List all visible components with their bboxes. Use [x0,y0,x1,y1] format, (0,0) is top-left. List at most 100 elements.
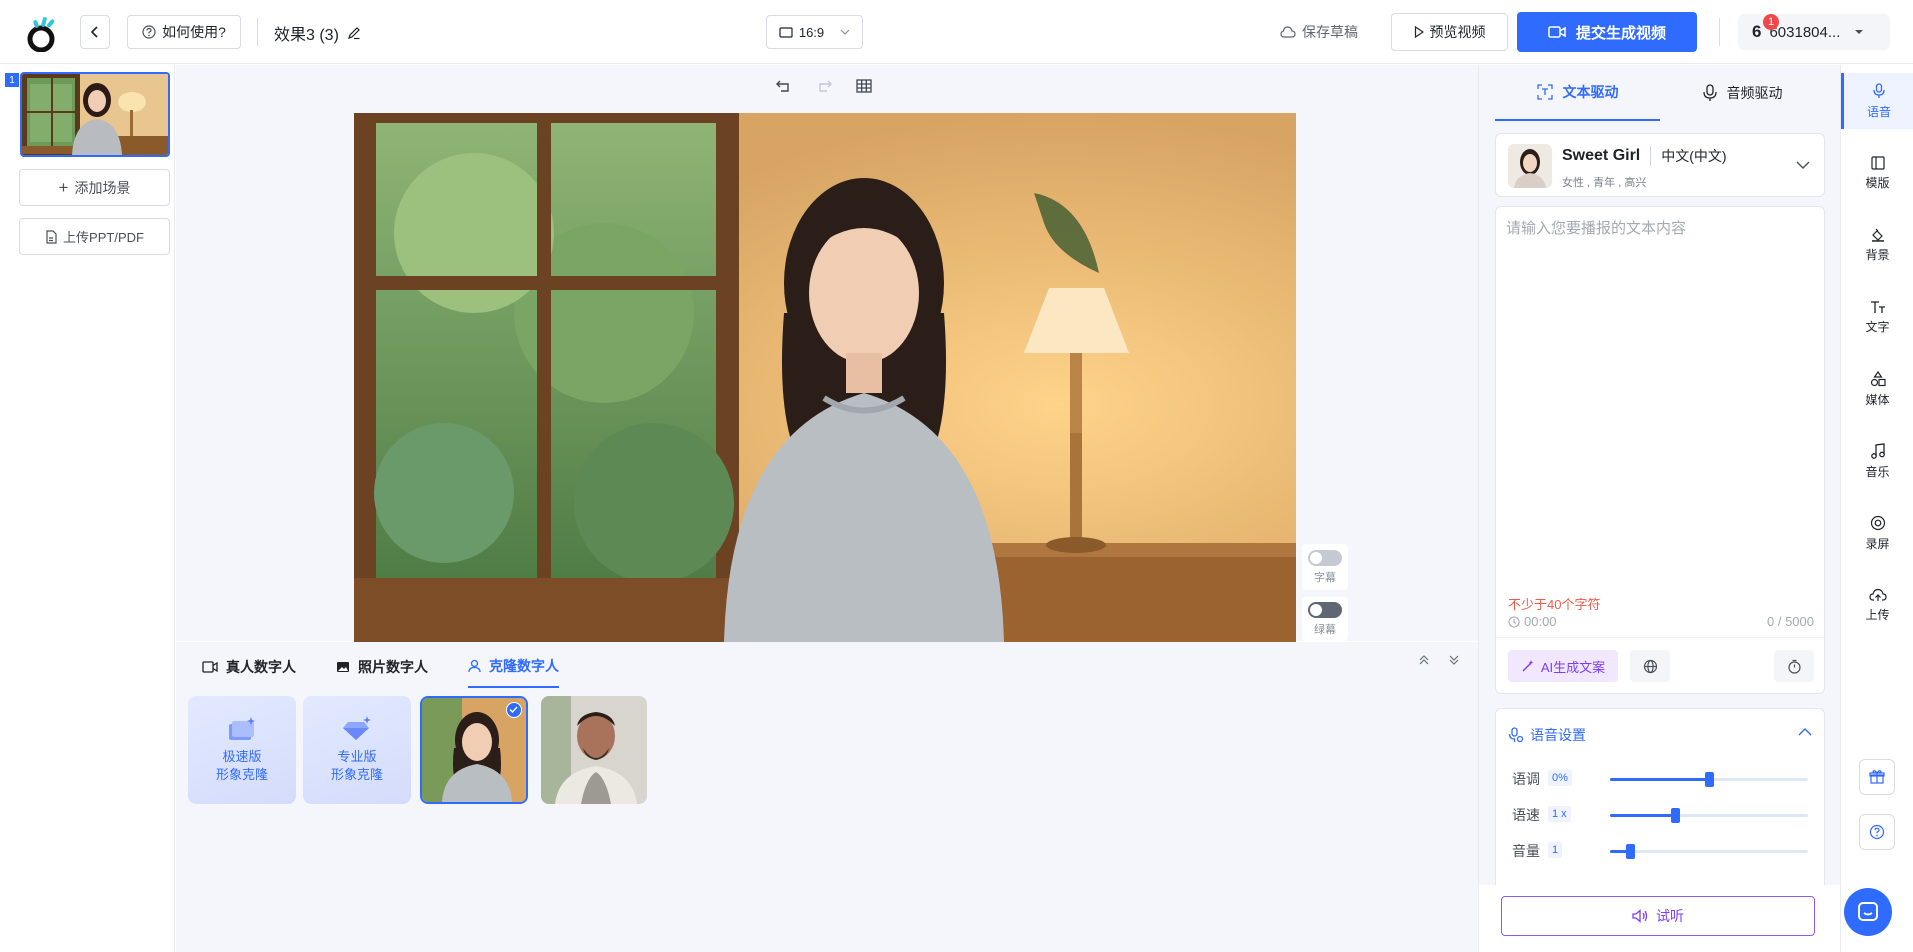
mic-settings-icon [1508,727,1524,743]
top-bar: 如何使用? 效果3 (3) 16:9 保存草稿 预览视频 提交生成视频 6 60… [0,0,1913,64]
tab-label: 照片数字人 [358,659,428,675]
ai-label: AI生成文案 [1540,659,1606,675]
tab-clone-avatar[interactable]: 克隆数字人 [468,656,559,688]
side-toolbar: 语音 模版 背景 文字 媒体 音乐 录屏 上传 [1840,65,1913,952]
gift-button[interactable] [1859,759,1895,795]
avatar-picker: 真人数字人 照片数字人 克隆数字人 极速版 形象克隆 专业版 形象克隆 [176,642,1478,952]
toolbar-item-upload[interactable]: 上传 [1841,577,1913,633]
shapes-icon [1870,370,1886,386]
video-camera-icon [1548,26,1566,38]
project-title[interactable]: 效果3 (3) [274,21,361,45]
ai-generate-copy-button[interactable]: AI生成文案 [1508,650,1618,682]
help-label: 如何使用? [162,24,226,40]
plus-icon: + [58,177,69,197]
listen-label: 试听 [1656,908,1684,924]
slider-handle[interactable] [1705,772,1714,787]
duration-value: 00:00 [1524,614,1557,629]
speed-slider: 语速 1 x [1512,805,1812,825]
slider-value: 1 x [1548,806,1571,822]
help-button[interactable]: 如何使用? [127,15,241,49]
divider [1496,637,1824,638]
redo-icon[interactable] [816,79,832,93]
slider-label: 语调 [1512,771,1540,787]
help-center-button[interactable] [1859,814,1895,850]
project-title-text: 效果3 (3) [274,27,339,44]
tab-label: 文本驱动 [1562,84,1619,100]
submit-generate-button[interactable]: 提交生成视频 [1517,12,1697,52]
slider-track[interactable] [1610,772,1808,787]
toolbar-item-voice[interactable]: 语音 [1841,73,1913,129]
user-account-menu[interactable]: 6 6031804... [1738,14,1890,50]
question-circle-icon [1869,824,1885,840]
voice-name-text: Sweet Girl [1562,147,1641,164]
toolbar-item-screen-record[interactable]: 录屏 [1841,505,1913,561]
preview-video-button[interactable]: 预览视频 [1391,13,1508,51]
undo-icon[interactable] [776,79,792,93]
voice-settings-header[interactable]: 语音设置 [1508,725,1586,745]
tab-text-drive[interactable]: 文本驱动 [1495,65,1660,121]
add-scene-button[interactable]: + 添加场景 [19,169,170,206]
toolbar-item-media[interactable]: 媒体 [1841,361,1913,417]
tab-label: 音频驱动 [1726,85,1783,101]
chevron-up-icon[interactable] [1798,723,1812,739]
slider-track[interactable] [1610,844,1808,859]
gift-icon [1869,770,1885,784]
chevron-down-icon [840,29,850,35]
pro-clone-card[interactable]: 专业版 形象克隆 [303,696,411,804]
translate-button[interactable] [1630,650,1670,682]
upload-ppt-pdf-button[interactable]: 上传PPT/PDF [19,218,170,255]
toolbar-item-background[interactable]: 背景 [1841,217,1913,273]
save-draft-button[interactable]: 保存草稿 [1280,22,1358,42]
globe-icon [1643,659,1657,673]
back-button[interactable] [80,15,110,49]
toolbar-label: 录屏 [1865,536,1890,551]
volume-slider: 音量 1 [1512,841,1812,861]
subtitle-toggle-switch[interactable] [1308,549,1342,566]
aspect-ratio-select[interactable]: 16:9 [766,15,863,49]
tab-audio-drive[interactable]: 音频驱动 [1660,65,1825,121]
green-screen-toggle[interactable]: 绿幕 [1302,597,1348,641]
avatar-card[interactable] [541,696,647,804]
edit-pencil-icon[interactable] [347,26,361,40]
toolbar-item-template[interactable]: 模版 [1841,145,1913,201]
avatar-card-selected[interactable] [420,696,528,804]
subtitle-toggle[interactable]: 字幕 [1302,544,1348,590]
sparkle-image-icon [229,717,255,740]
fast-clone-card[interactable]: 极速版 形象克隆 [188,696,296,804]
slider-track[interactable] [1610,808,1808,823]
duration-estimate: 00:00 [1508,614,1557,629]
tab-photo-avatar[interactable]: 照片数字人 [336,656,428,688]
insert-pause-button[interactable] [1774,650,1814,682]
text-size-icon [1870,300,1885,313]
tab-real-avatar[interactable]: 真人数字人 [202,656,296,688]
voice-selector[interactable]: Sweet Girl 中文(中文) 女性 , 青年 , 高兴 [1495,133,1825,197]
green-screen-toggle-label: 绿幕 [1314,623,1336,636]
template-icon [1870,155,1885,170]
voice-avatar [1508,144,1552,188]
green-screen-toggle-switch[interactable] [1308,601,1342,618]
slider-handle[interactable] [1625,844,1635,859]
chat-support-button[interactable] [1844,888,1892,936]
scene-thumbnail[interactable] [20,72,170,157]
toolbar-item-music[interactable]: 音乐 [1841,433,1913,489]
panel-resize-controls [1418,654,1460,666]
grid-icon[interactable] [856,79,872,93]
microphone-icon [1702,84,1717,101]
toolbar-label: 上传 [1865,607,1890,622]
script-input[interactable] [1506,217,1814,597]
scene-preview-image[interactable] [354,113,1296,643]
caret-down-icon [1855,30,1864,34]
slider-fill [1610,814,1676,817]
app-logo[interactable] [26,14,60,53]
slider-handle[interactable] [1671,808,1681,823]
toolbar-label: 模版 [1865,175,1890,190]
chevron-down-icon[interactable] [1796,156,1810,172]
properties-panel: 文本驱动 音频驱动 Sweet Girl 中文(中文) 女性 , 青年 , 高兴… [1478,65,1841,952]
listen-bar: 试听 [1479,885,1841,952]
cloud-icon [1280,26,1296,38]
listen-button[interactable]: 试听 [1501,896,1815,936]
toolbar-item-text[interactable]: 文字 [1841,289,1913,345]
double-chevron-up-icon[interactable] [1418,654,1430,666]
text-scan-icon [1536,84,1553,100]
double-chevron-down-icon[interactable] [1448,654,1460,666]
